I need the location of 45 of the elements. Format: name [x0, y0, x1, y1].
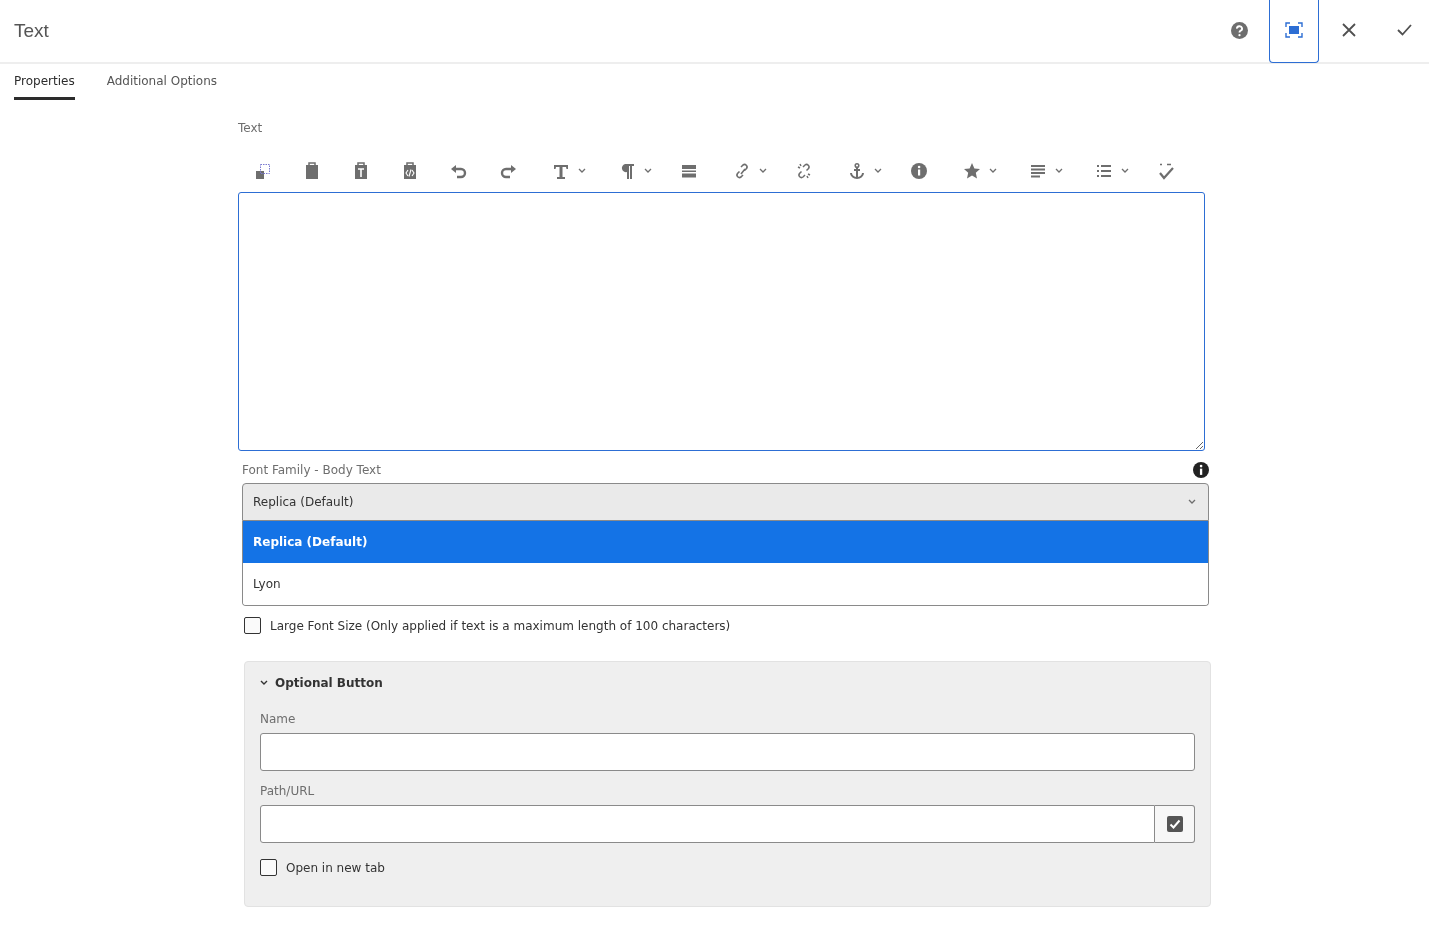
checkbox[interactable]: [244, 617, 261, 634]
section-toggle[interactable]: Optional Button: [260, 676, 383, 690]
anchor-icon: [848, 162, 866, 180]
align-icon: [1029, 162, 1047, 180]
caret-icon: [578, 168, 586, 174]
fullscreen-icon: [1285, 21, 1303, 38]
caret-icon: [989, 168, 997, 174]
cut-icon: [253, 162, 272, 180]
dropdown-option[interactable]: Replica (Default): [243, 521, 1208, 563]
name-input[interactable]: [260, 733, 1195, 771]
tab[interactable]: Additional Options: [106, 74, 217, 100]
info-icon[interactable]: [1193, 462, 1209, 478]
chevron-icon: [1188, 499, 1196, 505]
link-icon: [733, 162, 751, 180]
checkbox[interactable]: [260, 859, 277, 876]
caret-icon: [759, 168, 767, 174]
caret-icon: [874, 168, 882, 174]
field-label: Text: [238, 121, 264, 135]
tab[interactable]: Properties: [14, 74, 75, 100]
fullscreen-button[interactable]: [1269, 0, 1319, 63]
chevron-icon: [260, 680, 268, 686]
caret-icon: [644, 168, 652, 174]
field-label: Name: [260, 712, 297, 726]
field-label: Font Family - Body Text: [242, 463, 381, 477]
format-icon: [552, 162, 570, 180]
checkmark-icon: [1396, 24, 1412, 36]
checkbox-icon: [1166, 816, 1183, 832]
dialog-title: Text: [13, 20, 50, 42]
caret-icon: [1055, 168, 1063, 174]
rule-icon: [679, 162, 698, 180]
star-icon: [963, 162, 981, 180]
checkbox-label: Open in new tab: [286, 860, 385, 875]
caret-icon: [1121, 168, 1129, 174]
undo-icon: [449, 162, 468, 180]
path-picker-button[interactable]: [1155, 805, 1195, 843]
redo-icon: [498, 162, 517, 180]
list-icon: [1095, 162, 1113, 180]
font-family-select[interactable]: Replica (Default): [242, 483, 1209, 521]
checkbox-label: Large Font Size (Only applied if text is a maximum length of 100 characters): [270, 618, 731, 633]
info-icon: [909, 162, 928, 180]
path-input[interactable]: [260, 805, 1155, 843]
spell-icon: [1156, 162, 1175, 180]
field-label: Path/URL: [260, 784, 316, 798]
close-icon: [1342, 23, 1356, 37]
help-icon: [1230, 21, 1248, 39]
